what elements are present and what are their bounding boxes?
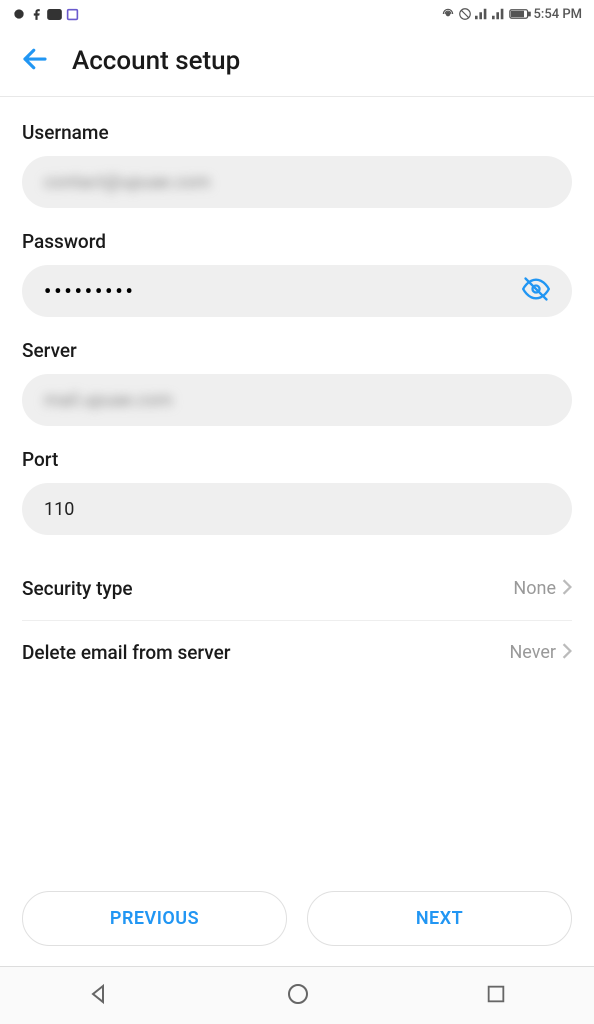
password-field: Password ••••••••• xyxy=(22,230,572,317)
port-input-wrap[interactable]: 110 xyxy=(22,483,572,535)
chevron-right-icon xyxy=(562,579,572,599)
password-value: ••••••••• xyxy=(44,279,514,303)
status-left xyxy=(12,7,79,21)
signal-icon-1 xyxy=(475,8,489,20)
hotspot-icon xyxy=(441,7,455,21)
settings-list: Security type None Delete email from ser… xyxy=(22,557,572,684)
security-type-label: Security type xyxy=(22,577,133,600)
app-icon xyxy=(66,8,79,21)
next-button[interactable]: NEXT xyxy=(307,891,572,946)
server-input-wrap[interactable]: mail.upuae.com xyxy=(22,374,572,426)
back-arrow-icon[interactable] xyxy=(20,44,50,78)
username-field: Username contact@upuae.com xyxy=(22,121,572,208)
status-time: 5:54 PM xyxy=(534,7,583,22)
password-label: Password xyxy=(22,230,572,253)
nav-bar xyxy=(0,966,594,1024)
nav-home-icon[interactable] xyxy=(286,982,310,1010)
chevron-right-icon xyxy=(562,643,572,663)
security-type-value-wrap: None xyxy=(513,578,572,599)
dnd-icon xyxy=(458,7,472,21)
header: Account setup xyxy=(0,28,594,97)
delete-email-value-wrap: Never xyxy=(509,642,572,663)
youtube-icon xyxy=(47,9,62,20)
port-field: Port 110 xyxy=(22,448,572,535)
button-row: PREVIOUS NEXT xyxy=(0,891,594,946)
previous-button[interactable]: PREVIOUS xyxy=(22,891,287,946)
password-input-wrap[interactable]: ••••••••• xyxy=(22,265,572,317)
status-bar: 5:54 PM xyxy=(0,0,594,28)
nav-recent-icon[interactable] xyxy=(485,983,507,1009)
page-title: Account setup xyxy=(72,46,240,76)
chat-icon xyxy=(12,7,26,21)
eye-slash-icon[interactable] xyxy=(522,275,550,307)
security-type-row[interactable]: Security type None xyxy=(22,557,572,621)
delete-email-row[interactable]: Delete email from server Never xyxy=(22,621,572,684)
status-right: 5:54 PM xyxy=(441,7,583,22)
battery-icon xyxy=(509,8,531,20)
server-value: mail.upuae.com xyxy=(44,390,550,411)
username-input-wrap[interactable]: contact@upuae.com xyxy=(22,156,572,208)
nav-back-icon[interactable] xyxy=(87,982,111,1010)
security-type-value: None xyxy=(513,578,556,599)
delete-email-label: Delete email from server xyxy=(22,641,230,664)
server-label: Server xyxy=(22,339,572,362)
facebook-icon xyxy=(30,8,43,21)
port-value: 110 xyxy=(44,499,550,520)
form: Username contact@upuae.com Password ••••… xyxy=(0,97,594,684)
delete-email-value: Never xyxy=(509,642,556,663)
server-field: Server mail.upuae.com xyxy=(22,339,572,426)
signal-icon-2 xyxy=(492,8,506,20)
username-label: Username xyxy=(22,121,572,144)
port-label: Port xyxy=(22,448,572,471)
username-value: contact@upuae.com xyxy=(44,172,550,193)
